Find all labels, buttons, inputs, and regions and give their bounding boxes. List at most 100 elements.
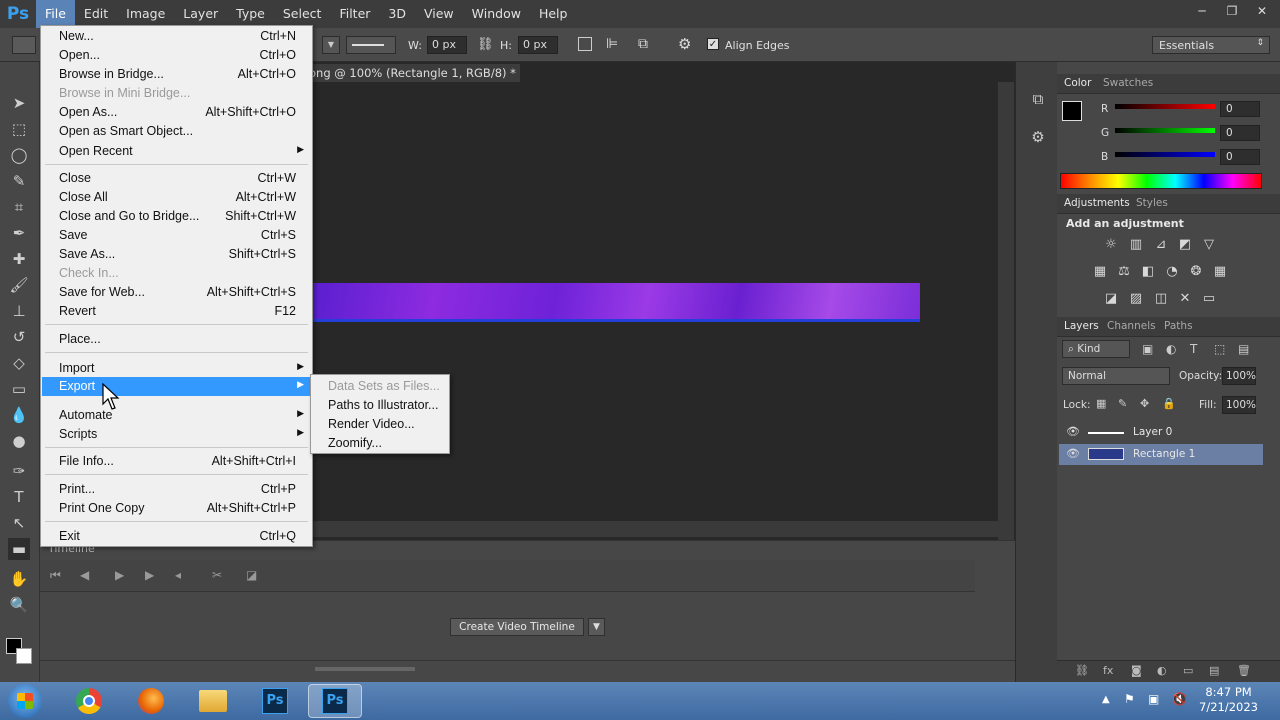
gradient-map-icon[interactable]: ▭	[1200, 291, 1218, 307]
blend-mode-dropdown[interactable]: Normal	[1062, 367, 1170, 385]
menu-file[interactable]: File	[36, 0, 75, 28]
menu-item-import[interactable]: Import ▶	[42, 359, 312, 378]
dodge-tool-icon[interactable]: ●	[8, 430, 30, 452]
menu-help[interactable]: Help	[530, 0, 577, 28]
menu-item-open-as-smart-object[interactable]: Open as Smart Object...	[42, 122, 312, 141]
lock-transparency-icon[interactable]: ▦	[1096, 397, 1106, 410]
background-color-swatch[interactable]	[16, 648, 32, 664]
submenu-item-render-video[interactable]: Render Video...	[328, 417, 415, 431]
menu-item-new[interactable]: New... Ctrl+N	[42, 27, 312, 46]
levels-icon[interactable]: ▥	[1127, 237, 1145, 253]
menu-item-exit[interactable]: Exit Ctrl+Q	[42, 527, 312, 546]
lock-all-icon[interactable]: 🔒	[1162, 397, 1176, 410]
taskbar-chrome[interactable]	[62, 684, 116, 718]
height-field[interactable]: 0 px	[518, 36, 558, 54]
zoom-tool-icon[interactable]: 🔍	[8, 594, 30, 616]
shape-layer-filter-icon[interactable]: ⬚	[1214, 342, 1225, 356]
posterize-icon[interactable]: ▨	[1127, 291, 1145, 307]
type-tool-icon[interactable]: T	[8, 486, 30, 508]
workspace-dropdown[interactable]: Essentials ⇕	[1152, 36, 1270, 54]
color-spectrum[interactable]	[1060, 173, 1262, 189]
menu-window[interactable]: Window	[463, 0, 530, 28]
menu-item-save-for-web[interactable]: Save for Web... Alt+Shift+Ctrl+S	[42, 283, 312, 302]
rectangle-tool-icon[interactable]: ▬	[8, 538, 30, 560]
channel-mixer-icon[interactable]: ❂	[1187, 264, 1205, 280]
move-tool-icon[interactable]: ➤	[8, 92, 30, 114]
split-icon[interactable]: ✂	[212, 568, 222, 582]
eye-icon[interactable]: 👁	[1066, 425, 1080, 438]
menu-item-close-all[interactable]: Close All Alt+Ctrl+W	[42, 188, 312, 207]
selective-color-icon[interactable]: ✕	[1176, 291, 1194, 307]
clone-stamp-tool-icon[interactable]: ⊥	[8, 300, 30, 322]
tab-color[interactable]: Color	[1064, 77, 1091, 89]
menu-filter[interactable]: Filter	[330, 0, 379, 28]
document-tab[interactable]: ong @ 100% (Rectangle 1, RGB/8) * ×	[305, 64, 520, 98]
width-field[interactable]: 0 px	[427, 36, 467, 54]
audio-icon[interactable]: ◂	[175, 568, 181, 582]
menu-edit[interactable]: Edit	[75, 0, 117, 28]
menu-item-revert[interactable]: Revert F12	[42, 302, 312, 321]
layer-row-rectangle-1[interactable]: 👁 Rectangle 1	[1059, 444, 1263, 465]
lock-pixels-icon[interactable]: ✎	[1118, 397, 1127, 410]
properties-icon[interactable]: ⚙	[1028, 128, 1048, 148]
menu-item-save[interactable]: Save Ctrl+S	[42, 226, 312, 245]
start-button[interactable]	[8, 684, 42, 718]
menu-item-print[interactable]: Print... Ctrl+P	[42, 480, 312, 499]
exposure-icon[interactable]: ◩	[1176, 237, 1194, 253]
menu-item-file-info[interactable]: File Info... Alt+Shift+Ctrl+I	[42, 452, 312, 471]
curves-icon[interactable]: ⊿	[1152, 237, 1170, 253]
photo-filter-icon[interactable]: ◔	[1163, 264, 1181, 280]
smart-object-filter-icon[interactable]: ▤	[1238, 342, 1249, 356]
action-center-icon[interactable]: ⚑	[1124, 692, 1135, 706]
color-lookup-icon[interactable]: ▦	[1211, 264, 1229, 280]
adjustment-layer-icon[interactable]: ◐	[1157, 664, 1167, 677]
menu-item-open-recent[interactable]: Open Recent ▶	[42, 142, 312, 161]
submenu-item-zoomify[interactable]: Zoomify...	[328, 436, 382, 450]
lock-position-icon[interactable]: ✥	[1140, 397, 1149, 410]
menu-item-close-and-go-to-bridge[interactable]: Close and Go to Bridge... Shift+Ctrl+W	[42, 207, 312, 226]
menu-select[interactable]: Select	[274, 0, 331, 28]
invert-icon[interactable]: ◪	[1102, 291, 1120, 307]
tab-adjustments[interactable]: Adjustments	[1064, 197, 1130, 209]
taskbar-firefox[interactable]	[124, 684, 178, 718]
align-edges-checkbox[interactable]: ✓	[707, 38, 719, 50]
path-operations-icon[interactable]	[578, 37, 592, 51]
lasso-tool-icon[interactable]: ◯	[8, 144, 30, 166]
rectangle-shape[interactable]	[313, 283, 920, 322]
link-layers-icon[interactable]: ⛓	[1075, 664, 1089, 677]
timeline-mode-dropdown[interactable]: ▼	[588, 618, 605, 636]
mask-icon[interactable]: ◙	[1131, 664, 1142, 677]
trash-icon[interactable]: 🗑	[1237, 664, 1251, 677]
b-value-field[interactable]: 0	[1220, 149, 1260, 165]
gradient-tool-icon[interactable]: ▭	[8, 378, 30, 400]
menu-item-scripts[interactable]: Scripts ▶	[42, 425, 312, 444]
blur-tool-icon[interactable]: 💧	[8, 404, 30, 426]
foreground-color-chip[interactable]	[1062, 101, 1082, 121]
fx-icon[interactable]: fx	[1103, 664, 1113, 677]
r-slider[interactable]	[1115, 104, 1215, 109]
menu-item-close[interactable]: Close Ctrl+W	[42, 169, 312, 188]
type-layer-filter-icon[interactable]: T	[1190, 342, 1197, 356]
hue-saturation-icon[interactable]: ▦	[1091, 264, 1109, 280]
menu-item-print-one-copy[interactable]: Print One Copy Alt+Shift+Ctrl+P	[42, 499, 312, 518]
menu-type[interactable]: Type	[227, 0, 274, 28]
taskbar-photoshop-1[interactable]: Ps	[248, 684, 302, 718]
layer-row-layer-0[interactable]: 👁 Layer 0	[1059, 422, 1263, 443]
pen-tool-icon[interactable]: ✑	[8, 460, 30, 482]
healing-brush-tool-icon[interactable]: ✚	[8, 248, 30, 270]
color-balance-icon[interactable]: ⚖	[1115, 264, 1133, 280]
minimize-button[interactable]: ─	[1190, 2, 1214, 20]
history-icon[interactable]: ⧉	[1028, 90, 1048, 110]
menu-layer[interactable]: Layer	[174, 0, 227, 28]
menu-image[interactable]: Image	[117, 0, 174, 28]
menu-item-open[interactable]: Open... Ctrl+O	[42, 46, 312, 65]
tab-paths[interactable]: Paths	[1164, 320, 1193, 332]
g-slider[interactable]	[1115, 128, 1215, 133]
b-slider[interactable]	[1115, 152, 1215, 157]
marquee-tool-icon[interactable]: ⬚	[8, 118, 30, 140]
tab-channels[interactable]: Channels	[1107, 320, 1156, 332]
stroke-type-dropdown[interactable]: ▼	[322, 36, 340, 54]
black-white-icon[interactable]: ◧	[1139, 264, 1157, 280]
r-value-field[interactable]: 0	[1220, 101, 1260, 117]
g-value-field[interactable]: 0	[1220, 125, 1260, 141]
